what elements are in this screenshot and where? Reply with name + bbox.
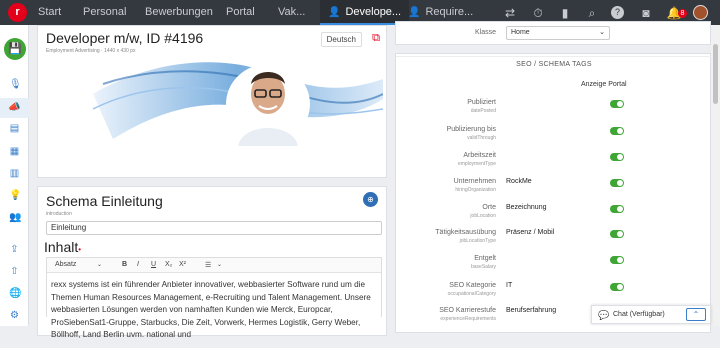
chat-icon: 💬 [598,310,610,320]
toggle-switch[interactable] [610,179,624,187]
row-label: Arbeitszeit employmentType [457,152,496,167]
robot-icon[interactable]: ◙ [638,5,654,21]
column-header: Anzeige Portal [581,81,627,88]
editor-toolbar: Absatz ⌄ B I U X₂ X² ☰ ⌄ [47,258,381,273]
row-label: Entgelt baseSalary [470,255,496,270]
editor-content[interactable]: rexx systems ist ein führender Anbieter … [47,273,381,348]
underline-button[interactable]: U [151,261,156,268]
row-label: Tätigkeitsausübung jobLocationType [435,229,496,244]
superscript-button[interactable]: X² [179,261,186,268]
row-value: Bezeichnung [506,204,547,211]
klasse-card: Klasse Home ⌄ [395,21,711,45]
tab-personal[interactable]: Personal [83,0,126,25]
toggle-switch[interactable] [610,100,624,108]
notification-badge: 8 [678,9,687,18]
italic-button[interactable]: I [137,261,139,268]
tab-vakanzen[interactable]: Vak... [278,0,305,25]
klasse-select[interactable]: Home ⌄ [506,26,610,40]
section-title: SEO / SCHEMA TAGS [516,61,592,68]
tab-developer-label: Develope... [345,6,402,18]
row-label: Orte jobLocation [470,204,496,219]
row-value: IT [506,282,513,289]
avatar[interactable] [693,5,708,20]
row-label: Publizierung bis validThrough [446,126,496,141]
row-label: Publiziert datePosted [467,99,496,114]
help-icon[interactable]: ? [611,6,624,19]
divider [396,56,712,57]
lightbulb-icon[interactable]: 💡 [9,190,21,201]
search-icon[interactable]: ⌕ [584,5,600,21]
toggle-switch[interactable] [610,256,624,264]
toggle-switch[interactable] [610,283,624,291]
tab-start[interactable]: Start [38,0,61,25]
row-label: SEO Karrierestufe experienceRequirements [439,307,496,322]
field-key: introduction [46,211,72,217]
tab-requirements-label: Require... [425,6,474,18]
microphone-icon[interactable]: 🎙 [9,79,22,90]
right-panel: Klasse Home ⌄ SEO / SCHEMA TAGS Anzeige … [395,21,712,333]
chevron-up-icon[interactable]: ⌃ [686,308,706,321]
row-value: Berufserfahrung [506,307,557,314]
save-icon[interactable]: 💾 [4,38,26,60]
job-header-card: Developer m/w, ID #4196 Deutsch ⧉ Employ… [37,25,387,178]
section-heading: Schema Einleitung [46,193,163,209]
bold-button[interactable]: B [122,261,127,268]
chat-label: Chat (Verfügbar) [613,311,665,318]
rexx-logo[interactable]: r [8,3,27,22]
stopwatch-icon[interactable]: ⏱ [530,5,546,21]
toggle-switch[interactable] [610,230,624,238]
tab-portal[interactable]: Portal [226,0,255,25]
klasse-label: Klasse [474,29,496,36]
scrollbar-thumb[interactable] [713,44,718,104]
language-button[interactable]: Deutsch [320,32,362,47]
subscript-button[interactable]: X₂ [165,261,172,268]
rich-text-editor[interactable]: Absatz ⌄ B I U X₂ X² ☰ ⌄ rexx systems is… [46,257,382,339]
schema-introduction-card: Schema Einleitung introduction ⊕ Einleit… [37,186,387,339]
toggle-switch[interactable] [610,153,624,161]
tab-bewerbungen[interactable]: Bewerbungen [145,0,213,25]
external-link-icon[interactable]: ⧉ [372,32,380,45]
chat-widget[interactable]: 💬 Chat (Verfügbar) ⌃ [591,305,711,324]
list-button[interactable]: ☰ [205,261,211,269]
row-value: Präsenz / Mobil [506,229,555,236]
chevron-down-icon: ⌄ [97,262,103,268]
settings-icon[interactable]: ⚙ [9,310,20,321]
row-value: RockMe [506,178,532,185]
globe-icon[interactable]: ⊕ [363,192,378,207]
left-sidebar: 💾 🎙 📣 ▤ ▦ ▥ 💡 👥 ⇪ ⇧ 🌐 ⚙ [0,25,29,326]
toggle-switch[interactable] [610,127,624,135]
document-check-icon[interactable]: ▦ [9,146,20,157]
row-label: Unternehmen hiringOrganization [453,178,496,193]
file-icon[interactable]: ▥ [9,168,20,179]
content-heading: Inhalt• [44,239,82,255]
toggle-switch[interactable] [610,205,624,213]
introduction-input[interactable]: Einleitung [46,221,382,235]
user-icon: 👤 [328,7,341,18]
klasse-value: Home [511,29,530,36]
share-icon[interactable]: ⇧ [9,266,20,277]
megaphone-icon[interactable]: 📣 [0,98,29,118]
format-select[interactable]: Absatz [55,261,76,268]
document-icon[interactable]: ▤ [9,123,20,134]
upload-icon[interactable]: ⇪ [9,244,20,255]
row-label: SEO Kategorie occupationalCategory [447,282,496,297]
header-image [93,62,383,146]
chevron-down-icon: ⌄ [217,262,223,268]
page-title: Developer m/w, ID #4196 [46,30,204,46]
globe-icon[interactable]: 🌐 [9,288,21,299]
people-icon[interactable]: 👥 [9,212,21,223]
bookmark-icon[interactable]: ▮ [557,5,573,21]
swap-icon[interactable]: ⇄ [502,5,518,21]
seo-schema-card: SEO / SCHEMA TAGS Anzeige Portal Publizi… [395,53,712,333]
chevron-down-icon: ⌄ [599,29,605,36]
